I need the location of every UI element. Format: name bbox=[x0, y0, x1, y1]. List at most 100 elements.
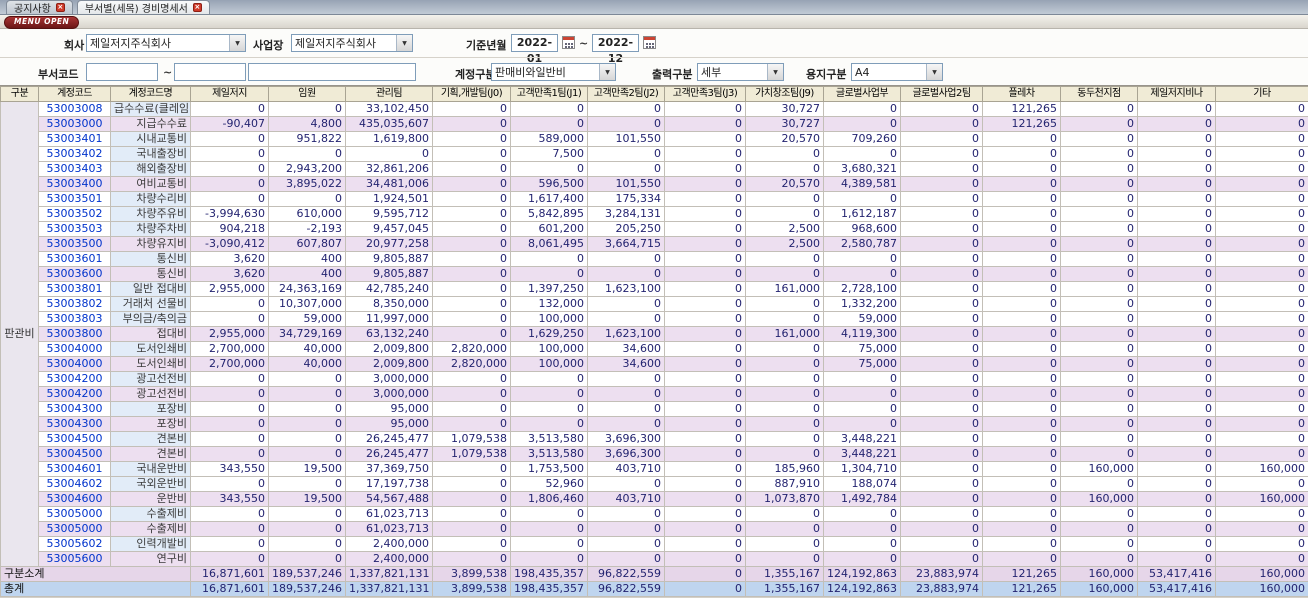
amount-cell[interactable]: 0 bbox=[1137, 491, 1216, 507]
amount-cell[interactable]: 2,955,000 bbox=[190, 281, 269, 297]
calendar-icon[interactable] bbox=[643, 36, 656, 49]
account-code-cell[interactable]: 53003802 bbox=[38, 296, 111, 312]
amount-cell[interactable]: 0 bbox=[982, 341, 1061, 357]
table-row[interactable]: 53003501 차량수리비 0 0 1,924,501 0 1,617,400 175,33… bbox=[1, 191, 1308, 207]
amount-cell[interactable]: 0 bbox=[982, 476, 1061, 492]
amount-cell[interactable]: 3,513,580 bbox=[510, 446, 588, 462]
amount-cell[interactable]: 0 bbox=[1060, 401, 1138, 417]
amount-cell[interactable]: 0 bbox=[900, 521, 983, 537]
amount-cell[interactable]: 10,307,000 bbox=[268, 296, 346, 312]
amount-cell[interactable]: 8,061,495 bbox=[510, 236, 588, 252]
amount-cell[interactable]: 0 bbox=[1215, 551, 1308, 567]
account-code-cell[interactable]: 53004000 bbox=[38, 356, 111, 372]
amount-cell[interactable]: 3,696,300 bbox=[587, 446, 665, 462]
amount-cell[interactable]: 0 bbox=[268, 446, 346, 462]
amount-cell[interactable]: 0 bbox=[982, 401, 1061, 417]
amount-cell[interactable]: 160,000 bbox=[1215, 566, 1308, 582]
amount-cell[interactable]: 0 bbox=[823, 386, 901, 402]
amount-cell[interactable]: 0 bbox=[1215, 251, 1308, 267]
amount-cell[interactable]: 2,580,787 bbox=[823, 236, 901, 252]
amount-cell[interactable]: 0 bbox=[432, 161, 511, 177]
amount-cell[interactable]: 0 bbox=[510, 416, 588, 432]
tab-notice[interactable]: 공지사항 × bbox=[6, 0, 73, 15]
account-name-cell[interactable]: 연구비 bbox=[110, 551, 191, 567]
amount-cell[interactable]: 0 bbox=[1060, 551, 1138, 567]
amount-cell[interactable]: 33,102,450 bbox=[345, 101, 433, 117]
amount-cell[interactable]: 400 bbox=[268, 251, 346, 267]
amount-cell[interactable]: 0 bbox=[1215, 326, 1308, 342]
amount-cell[interactable]: 0 bbox=[1137, 161, 1216, 177]
amount-cell[interactable]: 0 bbox=[190, 521, 269, 537]
subtotal-row[interactable]: 구분소계 16,871,601 189,537,246 1,337,821,131 3,… bbox=[0, 566, 1308, 582]
amount-cell[interactable]: 968,600 bbox=[823, 221, 901, 237]
amount-cell[interactable]: 0 bbox=[900, 146, 983, 162]
amount-cell[interactable]: 0 bbox=[268, 551, 346, 567]
amount-cell[interactable]: 101,550 bbox=[587, 176, 665, 192]
amount-cell[interactable]: 0 bbox=[1215, 101, 1308, 117]
amount-cell[interactable]: 0 bbox=[745, 446, 824, 462]
amount-cell[interactable]: 0 bbox=[982, 521, 1061, 537]
amount-cell[interactable]: 160,000 bbox=[1215, 461, 1308, 477]
amount-cell[interactable]: 0 bbox=[1215, 446, 1308, 462]
amount-cell[interactable]: 0 bbox=[982, 236, 1061, 252]
amount-cell[interactable]: 0 bbox=[982, 356, 1061, 372]
amount-cell[interactable]: 403,710 bbox=[587, 461, 665, 477]
amount-cell[interactable]: 0 bbox=[900, 161, 983, 177]
amount-cell[interactable]: 0 bbox=[432, 536, 511, 552]
amount-cell[interactable]: 0 bbox=[1137, 131, 1216, 147]
amount-cell[interactable]: 0 bbox=[900, 236, 983, 252]
table-row[interactable]: 53003502 차량주유비 -3,994,630 610,000 9,595,712 0… bbox=[1, 206, 1308, 222]
account-code-cell[interactable]: 53005602 bbox=[38, 536, 111, 552]
amount-cell[interactable]: 121,265 bbox=[982, 581, 1061, 597]
amount-cell[interactable]: 0 bbox=[900, 326, 983, 342]
chevron-down-icon[interactable]: ▼ bbox=[767, 64, 783, 80]
amount-cell[interactable]: 0 bbox=[982, 536, 1061, 552]
amount-cell[interactable]: 1,079,538 bbox=[432, 431, 511, 447]
amount-cell[interactable]: 0 bbox=[664, 431, 746, 447]
amount-cell[interactable]: 0 bbox=[587, 386, 665, 402]
amount-cell[interactable]: 0 bbox=[190, 431, 269, 447]
amount-cell[interactable]: 26,245,477 bbox=[345, 446, 433, 462]
amount-cell[interactable]: 0 bbox=[1060, 311, 1138, 327]
amount-cell[interactable]: 0 bbox=[664, 251, 746, 267]
amount-cell[interactable]: 1,629,250 bbox=[510, 326, 588, 342]
amount-cell[interactable]: 0 bbox=[268, 386, 346, 402]
amount-cell[interactable]: 40,000 bbox=[268, 356, 346, 372]
amount-cell[interactable]: 0 bbox=[664, 566, 746, 582]
amount-cell[interactable]: 0 bbox=[1060, 446, 1138, 462]
account-code-cell[interactable]: 53003502 bbox=[38, 206, 111, 222]
amount-cell[interactable]: 0 bbox=[268, 146, 346, 162]
amount-cell[interactable]: 3,448,221 bbox=[823, 446, 901, 462]
amount-cell[interactable]: 101,550 bbox=[587, 131, 665, 147]
amount-cell[interactable]: 52,960 bbox=[510, 476, 588, 492]
amount-cell[interactable]: 132,000 bbox=[510, 296, 588, 312]
account-code-cell[interactable]: 53004601 bbox=[38, 461, 111, 477]
amount-cell[interactable]: 0 bbox=[587, 551, 665, 567]
amount-cell[interactable]: 0 bbox=[823, 146, 901, 162]
amount-cell[interactable]: -3,090,412 bbox=[190, 236, 269, 252]
amount-cell[interactable]: 0 bbox=[1215, 401, 1308, 417]
account-code-cell[interactable]: 53003000 bbox=[38, 116, 111, 132]
amount-cell[interactable]: 0 bbox=[587, 521, 665, 537]
table-row[interactable]: 53003403 해외출장비 0 2,943,200 32,861,206 0 0 0 0 0 3,… bbox=[1, 161, 1308, 177]
amount-cell[interactable]: 0 bbox=[1215, 416, 1308, 432]
amount-cell[interactable]: 0 bbox=[900, 206, 983, 222]
amount-cell[interactable]: 709,260 bbox=[823, 131, 901, 147]
amount-cell[interactable]: 0 bbox=[1215, 506, 1308, 522]
amount-cell[interactable]: 0 bbox=[745, 401, 824, 417]
amount-cell[interactable]: 0 bbox=[1060, 146, 1138, 162]
amount-cell[interactable]: 0 bbox=[900, 101, 983, 117]
amount-cell[interactable]: 11,997,000 bbox=[345, 311, 433, 327]
amount-cell[interactable]: 0 bbox=[664, 461, 746, 477]
account-name-cell[interactable]: 차량유지비 bbox=[110, 236, 191, 252]
amount-cell[interactable]: 1,337,821,131 bbox=[345, 581, 433, 597]
amount-cell[interactable]: 0 bbox=[190, 446, 269, 462]
amount-cell[interactable]: 0 bbox=[900, 296, 983, 312]
amount-cell[interactable]: 0 bbox=[432, 386, 511, 402]
table-row[interactable]: 53005000 수출제비 0 0 61,023,713 0 0 0 0 0 0 0 0 0 0 0 bbox=[1, 521, 1308, 537]
amount-cell[interactable]: 0 bbox=[1137, 266, 1216, 282]
amount-cell[interactable]: 2,700,000 bbox=[190, 356, 269, 372]
amount-cell[interactable]: 0 bbox=[510, 371, 588, 387]
table-row[interactable]: 53005000 수출제비 0 0 61,023,713 0 0 0 0 0 0 0 0 0 0 0 bbox=[1, 506, 1308, 522]
account-name-cell[interactable]: 차량주차비 bbox=[110, 221, 191, 237]
